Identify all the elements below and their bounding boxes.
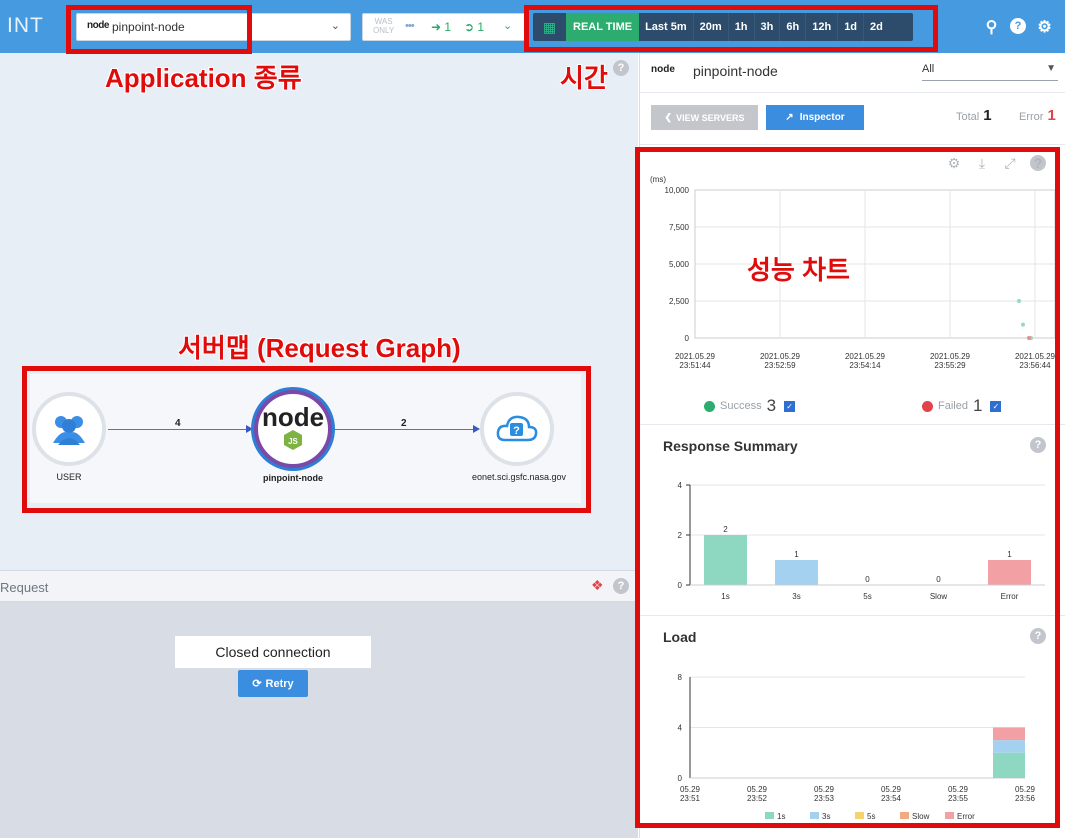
line-chart-icon: ↗ xyxy=(785,112,794,123)
info-panel-header: node pinpoint-node All ▼ xyxy=(640,53,1065,93)
inspector-button[interactable]: ↗ Inspector xyxy=(766,105,864,130)
total-label: Total xyxy=(956,111,980,123)
inspector-label: Inspector xyxy=(799,112,845,123)
annotation-box-time xyxy=(524,5,938,52)
nodejs-logo-icon: node xyxy=(651,64,675,75)
request-panel-body: Closed connection ⟳ Retry xyxy=(0,602,638,838)
outbound-depth[interactable]: ➲ 1 xyxy=(464,20,484,34)
pinpoint-app: INT node pinpoint-node ⌄ WAS ONLY ••• ➜ 1… xyxy=(0,0,1065,838)
search-icon[interactable]: ⚲ xyxy=(981,16,1002,37)
selected-app-name: pinpoint-node xyxy=(693,63,778,79)
brand-logo: INT xyxy=(7,14,44,37)
annotation-chart: 성능 차트 xyxy=(747,255,850,285)
annotation-application: Application 종류 xyxy=(105,63,302,93)
annotation-box-application xyxy=(66,5,252,54)
help-icon[interactable]: ? xyxy=(613,578,629,594)
annotation-time: 시간 xyxy=(560,63,608,93)
gear-icon[interactable]: ⚙ xyxy=(1034,16,1055,37)
request-panel-title: Request xyxy=(0,580,49,595)
agent-filter-select[interactable]: All ▼ xyxy=(922,63,1058,81)
outbound-icon: ➲ xyxy=(464,20,475,34)
view-servers-label: VIEW SERVERS xyxy=(676,112,745,123)
annotation-box-server-map xyxy=(22,366,591,513)
info-panel-toolbar: ❮ VIEW SERVERS ↗ Inspector Total 1 Error 1 xyxy=(640,93,1065,145)
total-count: Total 1 xyxy=(956,107,992,124)
was-only-toggle[interactable]: WAS ONLY xyxy=(373,17,394,35)
outbound-count: 1 xyxy=(477,20,485,34)
error-label: Error xyxy=(1019,111,1044,123)
error-count: Error 1 xyxy=(1019,107,1056,124)
inbound-icon: ➜ xyxy=(431,20,442,34)
connection-status: Closed connection xyxy=(175,636,371,668)
inbound-count: 1 xyxy=(444,20,452,34)
node-hop-icon: ••• xyxy=(405,20,415,32)
caret-down-icon: ▼ xyxy=(1046,63,1056,74)
retry-label: Retry xyxy=(265,677,294,690)
chevron-down-icon: ⌄ xyxy=(330,20,340,32)
retry-button[interactable]: ⟳ Retry xyxy=(238,670,308,697)
help-icon[interactable]: ? xyxy=(613,60,629,76)
total-value: 1 xyxy=(983,107,992,124)
help-icon[interactable]: ? xyxy=(1010,18,1026,34)
chevron-left-icon: ❮ xyxy=(664,112,673,122)
chevron-down-icon[interactable]: ⌄ xyxy=(503,19,512,32)
top-actions: ⚲ ? ⚙ xyxy=(981,16,1055,37)
error-value: 1 xyxy=(1047,107,1056,124)
annotation-server-map: 서버맵 (Request Graph) xyxy=(178,333,461,363)
inbound-depth[interactable]: ➜ 1 xyxy=(431,20,451,34)
view-servers-button[interactable]: ❮ VIEW SERVERS xyxy=(651,105,758,130)
refresh-icon: ⟳ xyxy=(252,678,262,690)
pin-icon[interactable]: ❖ xyxy=(591,577,604,594)
request-panel-header: Request ❖ ? xyxy=(0,570,638,602)
was-filter[interactable]: WAS ONLY ••• ➜ 1 ➲ 1 ⌄ xyxy=(362,13,525,41)
agent-filter-value: All xyxy=(922,63,935,75)
